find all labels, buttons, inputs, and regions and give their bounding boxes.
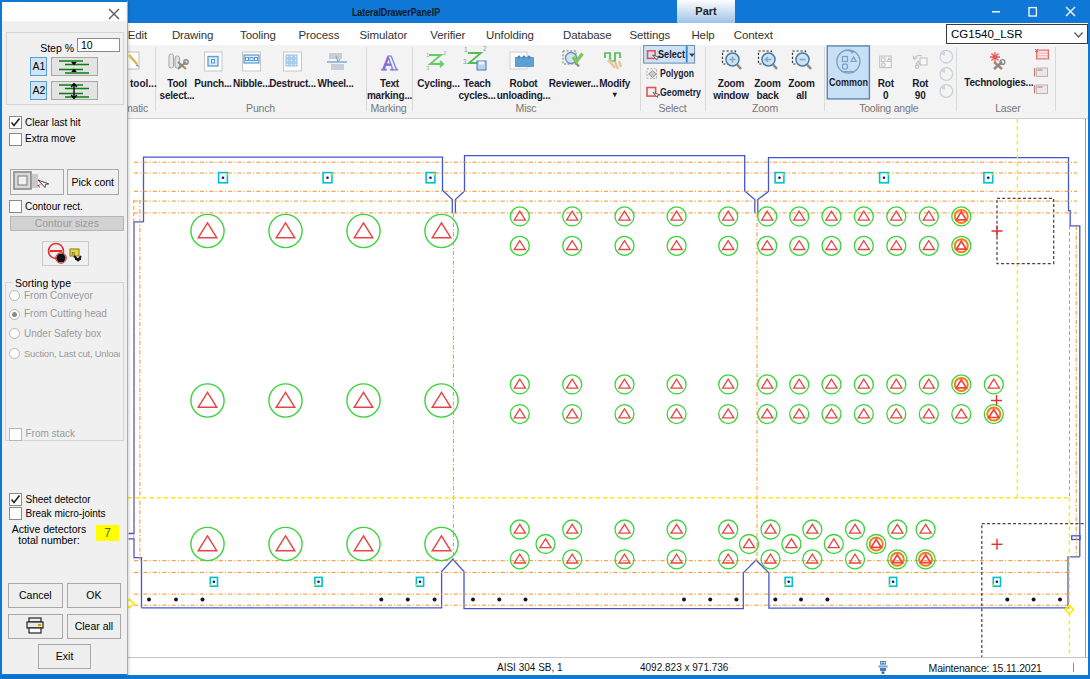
svg-text:n: n [72,250,75,256]
